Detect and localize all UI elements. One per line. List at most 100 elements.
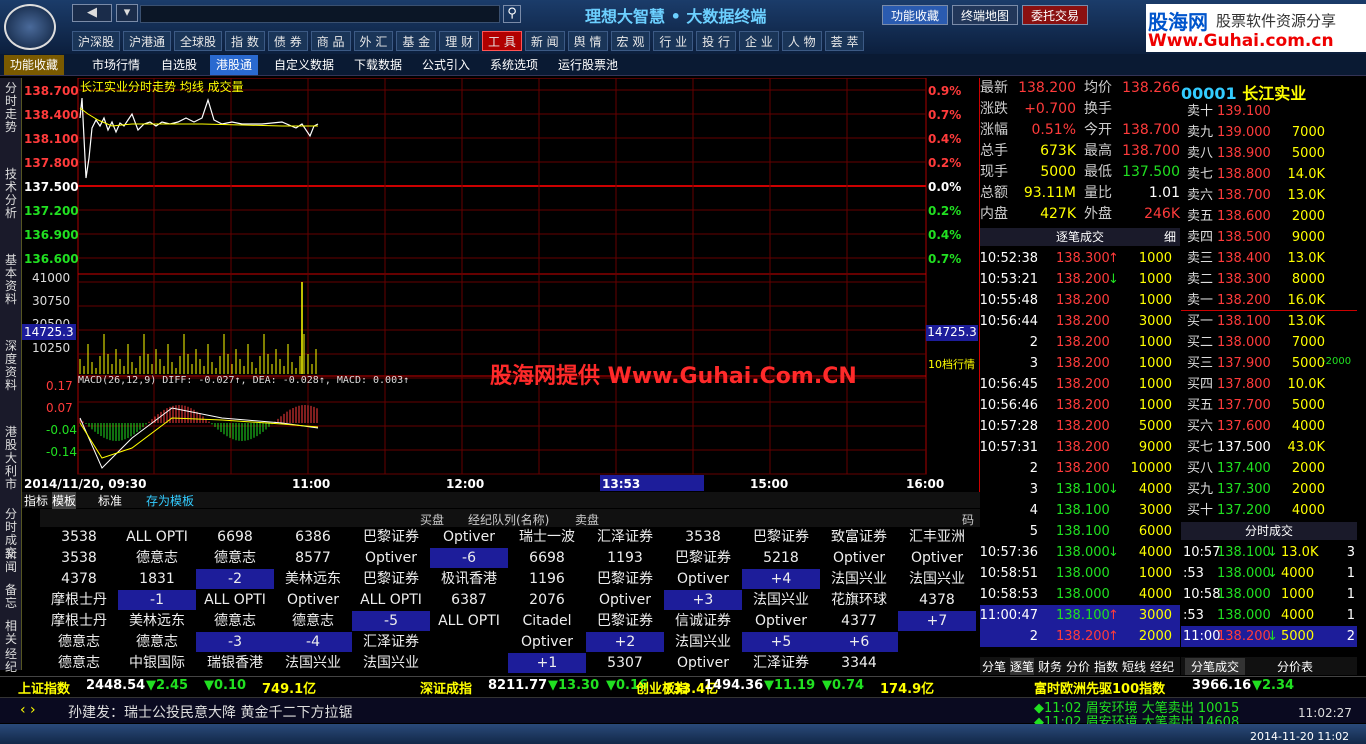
toolbar-item-7[interactable]: 系统选项 bbox=[484, 55, 544, 75]
tick-vol: 1000 bbox=[1138, 251, 1172, 266]
search-input[interactable] bbox=[140, 5, 500, 23]
menu-item-11[interactable]: 舆 情 bbox=[567, 31, 608, 51]
search-icon[interactable]: ⚲ bbox=[503, 5, 521, 23]
tick-tab-5[interactable]: 短线 bbox=[1122, 658, 1146, 675]
tick-time: 4 bbox=[1029, 503, 1038, 518]
ob-vol: 13.0K bbox=[1287, 314, 1325, 329]
sell-header: 卖盘 bbox=[575, 513, 600, 527]
broker-cell: 巴黎证券 bbox=[597, 571, 653, 587]
news-arrows-icon[interactable]: ‹ › bbox=[20, 702, 36, 718]
tick-vol: 2000 bbox=[1138, 629, 1172, 644]
menu-item-10[interactable]: 新 闻 bbox=[524, 31, 565, 51]
menu-item-4[interactable]: 债 券 bbox=[267, 31, 308, 51]
toolbar-item-4[interactable]: 自定义数据 bbox=[268, 55, 340, 75]
news-headline[interactable]: 孙建发：瑞士公投民意大降 黄金千二下方拉锯 bbox=[68, 702, 352, 722]
pct-label-0: 0.9% bbox=[928, 84, 961, 98]
forward-button[interactable]: ▾ bbox=[116, 4, 138, 22]
quote-label: 均价 bbox=[1084, 80, 1112, 96]
menu-item-13[interactable]: 行 业 bbox=[653, 31, 694, 51]
side-tab-2[interactable]: 基本资料 bbox=[2, 254, 20, 306]
ob-price: 138.000 bbox=[1217, 335, 1271, 350]
back-button[interactable]: ◀ bbox=[72, 4, 112, 22]
app-logo-icon bbox=[4, 4, 56, 50]
ob-vol: 5000 bbox=[1291, 146, 1325, 161]
tab-split-trades[interactable]: 分笔成交 bbox=[1185, 658, 1246, 675]
tick-vol: 3000 bbox=[1138, 608, 1172, 623]
side-tab-1[interactable]: 技术分析 bbox=[2, 168, 20, 220]
broker-cell: 汇泽证券 bbox=[363, 634, 419, 650]
broker-cell: 3538 bbox=[61, 550, 97, 566]
broker-cell: 德意志 bbox=[58, 655, 100, 671]
broker-cell: -5 bbox=[352, 611, 430, 631]
level10-button[interactable]: 10档行情 bbox=[928, 356, 975, 372]
menu-item-6[interactable]: 外 汇 bbox=[353, 31, 394, 51]
tick-time: 10:56:46 bbox=[979, 398, 1038, 413]
menu-item-15[interactable]: 企 业 bbox=[738, 31, 779, 51]
ob-price: 138.900 bbox=[1217, 146, 1271, 161]
side-tab-6[interactable]: 新闻 bbox=[2, 548, 20, 574]
quote-row: 总额 93.11M 量比 1.01 bbox=[980, 183, 1180, 204]
side-tab-4[interactable]: 港股大利市 bbox=[2, 426, 20, 491]
side-tab-9[interactable]: 经纪 bbox=[2, 648, 20, 674]
broker-cell: ALL OPTI bbox=[438, 613, 500, 629]
menu-item-7[interactable]: 基 金 bbox=[396, 31, 437, 51]
quote-value: 138.200 bbox=[1018, 80, 1076, 96]
ob-label: 买一 bbox=[1187, 314, 1214, 329]
tab-indicator[interactable]: 指标 bbox=[24, 492, 48, 509]
menu-item-8[interactable]: 理 财 bbox=[439, 31, 480, 51]
ob-price: 138.100 bbox=[1217, 314, 1271, 329]
menu-item-0[interactable]: 沪深股 bbox=[72, 31, 121, 51]
toolbar-item-6[interactable]: 公式引入 bbox=[416, 55, 476, 75]
menu-item-1[interactable]: 沪港通 bbox=[123, 31, 172, 51]
toolbar-item-3[interactable]: 港股通 bbox=[210, 55, 259, 75]
tick-price: 138.200 bbox=[1056, 377, 1110, 392]
ob-row: 买八 137.400 2000 bbox=[1181, 458, 1357, 479]
split-price: 138.200 bbox=[1217, 629, 1271, 644]
menu-item-2[interactable]: 全球股 bbox=[174, 31, 223, 51]
menu-item-3[interactable]: 指 数 bbox=[225, 31, 265, 51]
menu-item-16[interactable]: 人 物 bbox=[781, 31, 822, 51]
ob-vol: 16.0K bbox=[1287, 293, 1325, 308]
toolbar-item-8[interactable]: 运行股票池 bbox=[552, 55, 624, 75]
tick-vol: 4000 bbox=[1138, 545, 1172, 560]
tab-price-table[interactable]: 分价表 bbox=[1277, 658, 1313, 675]
tick-time: 10:58:53 bbox=[979, 587, 1038, 602]
buy-header: 买盘 bbox=[420, 513, 445, 527]
menu-item-14[interactable]: 投 行 bbox=[696, 31, 736, 51]
side-tab-8[interactable]: 相关 bbox=[2, 620, 20, 646]
tick-tab-3[interactable]: 分价 bbox=[1066, 658, 1090, 675]
status-cell: ▼11.19 bbox=[764, 678, 816, 693]
tick-time: 10:52:38 bbox=[979, 251, 1038, 266]
tab-standard[interactable]: 标准 bbox=[98, 492, 122, 509]
toolbar-item-2[interactable]: 自选股 bbox=[155, 55, 203, 75]
menu-item-5[interactable]: 商 品 bbox=[310, 31, 351, 51]
tick-tab-6[interactable]: 经纪 bbox=[1150, 658, 1174, 675]
tab-template[interactable]: 模板 bbox=[52, 492, 77, 509]
tick-price: 138.200 bbox=[1056, 314, 1110, 329]
toolbar-item-5[interactable]: 下载数据 bbox=[348, 55, 408, 75]
toolbar-item-0[interactable]: 功能收藏 bbox=[4, 55, 65, 75]
tick-tab-2[interactable]: 财务 bbox=[1038, 658, 1062, 675]
detail-button[interactable]: 细 bbox=[1164, 228, 1176, 246]
map-button[interactable]: 终端地图 bbox=[952, 5, 1019, 25]
tab-save-template[interactable]: 存为模板 bbox=[146, 492, 194, 509]
side-tab-7[interactable]: 备忘 bbox=[2, 584, 20, 610]
menu-item-9[interactable]: 工 具 bbox=[482, 31, 522, 51]
broker-cell bbox=[430, 632, 508, 652]
toolbar-item-1[interactable]: 市场行情 bbox=[86, 55, 146, 75]
tick-tab-1[interactable]: 逐笔 bbox=[1010, 658, 1035, 675]
ob-vol: 2000 bbox=[1291, 461, 1325, 476]
trade-button[interactable]: 委托交易 bbox=[1022, 5, 1089, 25]
menu-item-17[interactable]: 荟 萃 bbox=[824, 31, 865, 51]
tick-tab-0[interactable]: 分笔 bbox=[982, 658, 1006, 675]
side-tab-3[interactable]: 深度资料 bbox=[2, 340, 20, 392]
tick-tab-4[interactable]: 指数 bbox=[1094, 658, 1118, 675]
quote-label: 最新 bbox=[980, 80, 1008, 96]
tick-price: 138.200 bbox=[1056, 356, 1110, 371]
menu-item-12[interactable]: 宏 观 bbox=[610, 31, 651, 51]
split-time: :53 bbox=[1183, 608, 1204, 623]
time-label-0: 2014/11/20, 09:30 bbox=[24, 477, 147, 491]
fav-button[interactable]: 功能收藏 bbox=[882, 5, 949, 25]
side-tab-0[interactable]: 分时走势 bbox=[2, 82, 20, 134]
broker-cell: +2 bbox=[586, 632, 664, 652]
